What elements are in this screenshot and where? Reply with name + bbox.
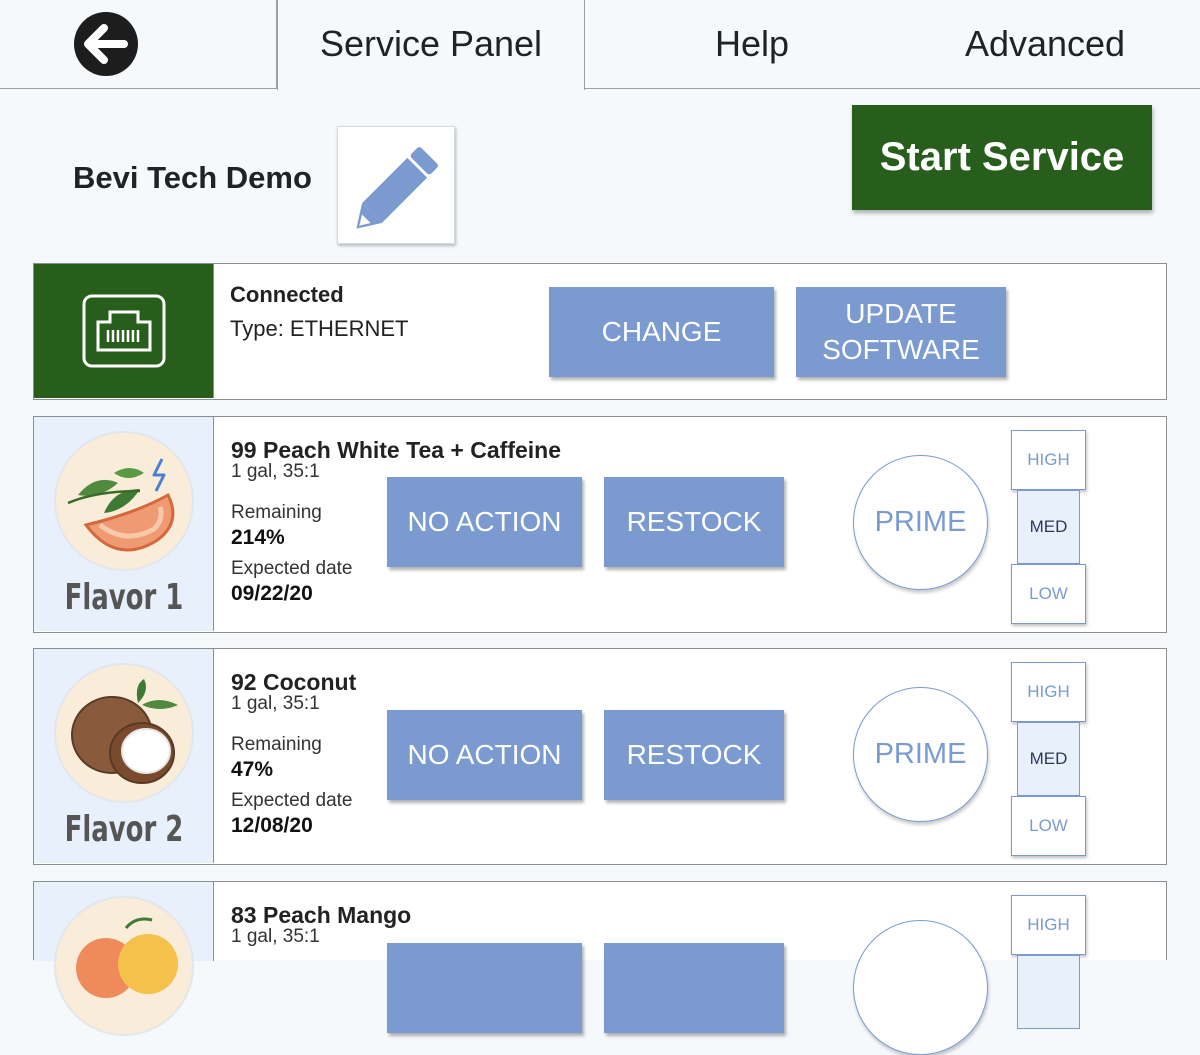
restock-button[interactable] xyxy=(604,943,784,1033)
remaining-value: 214% xyxy=(231,526,285,549)
remaining-label: Remaining xyxy=(231,502,322,523)
expected-date-label: Expected date xyxy=(231,558,353,579)
flavor-card: Flavor 2 92 Coconut 1 gal, 35:1 Remainin… xyxy=(33,648,1167,865)
back-tab[interactable] xyxy=(0,0,277,89)
level-med-button[interactable]: MED xyxy=(1017,722,1080,796)
no-action-button[interactable] xyxy=(387,943,582,1033)
flavor-slot-label: Flavor 2 xyxy=(64,809,184,850)
flavor-size: 1 gal, 35:1 xyxy=(231,461,320,482)
tab-help[interactable]: Help xyxy=(672,22,832,66)
flavor-slot-panel: Flavor 2 xyxy=(34,649,214,863)
expected-date-label: Expected date xyxy=(231,790,353,811)
prime-button[interactable]: PRIME xyxy=(853,455,988,590)
flavor-size: 1 gal, 35:1 xyxy=(231,693,320,714)
remaining-value: 47% xyxy=(231,758,274,781)
no-action-button[interactable]: NO ACTION xyxy=(387,477,582,567)
network-type: Type: ETHERNET xyxy=(230,316,409,341)
network-card: Connected Type: ETHERNET CHANGE UPDATE S… xyxy=(33,263,1167,400)
flavor-slot-panel xyxy=(34,882,214,1036)
prime-button[interactable]: PRIME xyxy=(853,687,988,822)
peach-tea-icon xyxy=(54,431,194,571)
no-action-button[interactable]: NO ACTION xyxy=(387,710,582,800)
flavor-name: 83 Peach Mango xyxy=(231,902,412,928)
arrow-left-icon[interactable] xyxy=(74,12,138,76)
expected-date-value: 09/22/20 xyxy=(231,582,313,605)
edit-name-button[interactable] xyxy=(337,126,455,244)
ethernet-icon xyxy=(82,294,166,368)
network-status-panel xyxy=(34,264,214,398)
tab-label: Service Panel xyxy=(319,23,543,64)
network-status: Connected xyxy=(230,282,344,307)
level-med-button[interactable]: MED xyxy=(1017,490,1080,564)
flavor-slot-panel: Flavor 1 xyxy=(34,417,214,631)
flavor-name: 99 Peach White Tea + Caffeine xyxy=(231,437,561,463)
flavor-size: 1 gal, 35:1 xyxy=(231,926,320,947)
restock-button[interactable]: RESTOCK xyxy=(604,477,784,567)
level-high-button[interactable]: HIGH xyxy=(1011,662,1086,722)
start-service-button[interactable]: Start Service xyxy=(852,105,1152,210)
flavor-name: 92 Coconut xyxy=(231,669,357,695)
flavor-card: Flavor 1 99 Peach White Tea + Caffeine 1… xyxy=(33,416,1167,633)
level-high-button[interactable]: HIGH xyxy=(1011,430,1086,490)
restock-button[interactable]: RESTOCK xyxy=(604,710,784,800)
prime-button[interactable] xyxy=(853,920,988,1055)
remaining-label: Remaining xyxy=(231,734,322,755)
device-name: Bevi Tech Demo xyxy=(73,160,312,195)
level-med-button[interactable] xyxy=(1017,955,1080,1029)
tab-service-panel[interactable]: Service Panel xyxy=(277,0,585,90)
level-high-button[interactable]: HIGH xyxy=(1011,895,1086,955)
coconut-icon xyxy=(54,663,194,803)
flavor-card: 83 Peach Mango 1 gal, 35:1 HIGH xyxy=(33,881,1167,1055)
change-network-button[interactable]: CHANGE xyxy=(549,287,774,377)
update-software-button[interactable]: UPDATE SOFTWARE xyxy=(796,287,1006,377)
level-low-button[interactable]: LOW xyxy=(1011,796,1086,856)
tab-advanced[interactable]: Advanced xyxy=(950,22,1140,66)
flavor-slot-label: Flavor 1 xyxy=(64,577,184,618)
pencil-icon xyxy=(356,147,438,229)
level-low-button[interactable]: LOW xyxy=(1011,564,1086,624)
expected-date-value: 12/08/20 xyxy=(231,814,313,837)
peach-mango-icon xyxy=(54,896,194,1036)
